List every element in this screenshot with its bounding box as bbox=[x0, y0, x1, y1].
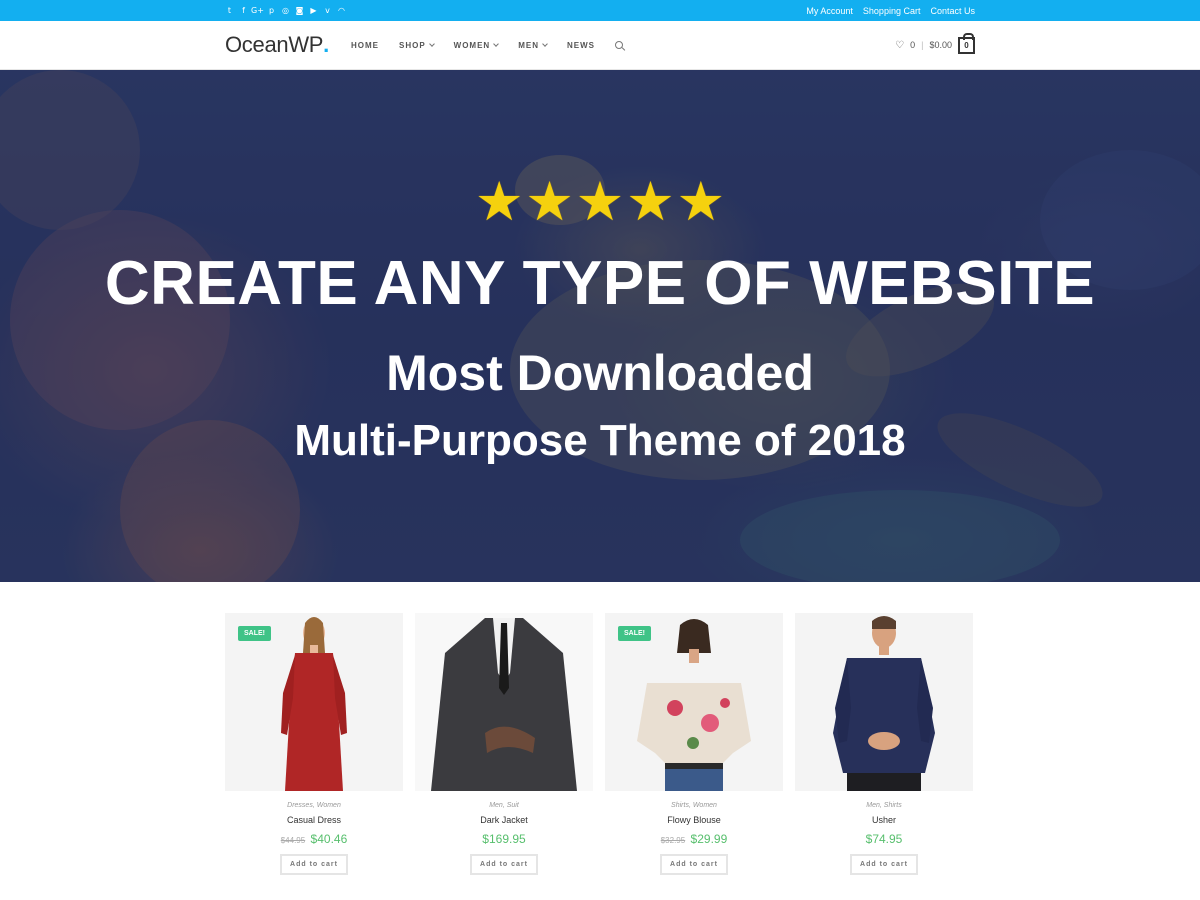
nav-item-women[interactable]: WOMEN bbox=[453, 40, 500, 50]
product-image[interactable]: SALE! bbox=[605, 613, 783, 791]
nav-item-news[interactable]: NEWS bbox=[567, 41, 595, 50]
contact-us-link[interactable]: Contact Us bbox=[930, 6, 975, 16]
add-to-cart-button[interactable]: Add to cart bbox=[850, 854, 918, 875]
vimeo-icon[interactable]: v bbox=[323, 6, 332, 15]
product-title[interactable]: Flowy Blouse bbox=[605, 815, 783, 825]
product-title[interactable]: Casual Dress bbox=[225, 815, 403, 825]
chevron-down-icon bbox=[493, 40, 500, 47]
nav-item-shop[interactable]: SHOP bbox=[398, 40, 435, 50]
star-icon: ★ bbox=[676, 170, 726, 233]
current-price: $29.99 bbox=[690, 832, 728, 846]
product-card: SALE! Dresses, Women Casual Dress $44.95… bbox=[225, 613, 403, 875]
hero-content: ★ ★ ★ ★ ★ CREATE ANY TYPE OF WEBSITE Mos… bbox=[0, 70, 1200, 582]
product-categories[interactable]: Men, Suit bbox=[415, 802, 593, 809]
nav-women-label: WOMEN bbox=[453, 40, 491, 50]
google-plus-icon[interactable]: G+ bbox=[251, 6, 264, 15]
site-logo[interactable]: OceanWP. bbox=[225, 32, 329, 58]
star-icon: ★ bbox=[575, 170, 625, 233]
nav-news-label: NEWS bbox=[567, 40, 595, 50]
product-price: $44.95 $40.46 bbox=[225, 832, 403, 846]
product-card: SALE! Shirts, Women Flowy Blouse $32.95 … bbox=[605, 613, 783, 875]
product-title[interactable]: Dark Jacket bbox=[415, 815, 593, 825]
products-section: SALE! Dresses, Women Casual Dress $44.95… bbox=[0, 582, 1200, 875]
jacket-figure-image bbox=[415, 613, 593, 791]
shirt-figure-image bbox=[833, 616, 935, 791]
hero-subtitle: Most Downloaded bbox=[386, 345, 814, 401]
product-categories[interactable]: Men, Shirts bbox=[795, 802, 973, 809]
nav-home-label: HOME bbox=[350, 40, 379, 50]
wishlist-count: 0 bbox=[910, 40, 916, 50]
logo-text: OceanWP bbox=[225, 32, 324, 57]
dribbble-icon[interactable]: ◎ bbox=[281, 6, 290, 15]
chevron-down-icon bbox=[428, 40, 435, 47]
product-card: Men, Shirts Usher $74.95 Add to cart bbox=[795, 613, 973, 875]
site-header: OceanWP. HOME SHOP WOMEN MEN NEWS ♡ 0 | … bbox=[0, 21, 1200, 70]
facebook-icon[interactable]: f bbox=[239, 6, 248, 15]
add-to-cart-button[interactable]: Add to cart bbox=[280, 854, 348, 875]
star-icon: ★ bbox=[525, 170, 574, 233]
star-icon: ★ bbox=[626, 170, 675, 233]
add-to-cart-button[interactable]: Add to cart bbox=[470, 854, 538, 875]
shopping-cart-link[interactable]: Shopping Cart bbox=[863, 6, 921, 16]
old-price: $32.95 bbox=[660, 836, 686, 845]
hero-subtitle-secondary: Multi-Purpose Theme of 2018 bbox=[294, 416, 906, 465]
my-account-link[interactable]: My Account bbox=[806, 6, 853, 16]
product-title[interactable]: Usher bbox=[795, 815, 973, 825]
top-bar: t f G+ p ◎ ◙ ▶ v ◠ My Account Shopping C… bbox=[0, 0, 1200, 21]
pinterest-icon[interactable]: p bbox=[267, 6, 276, 15]
youtube-icon[interactable]: ▶ bbox=[309, 6, 318, 15]
twitter-icon[interactable]: t bbox=[225, 6, 234, 15]
product-image[interactable] bbox=[415, 613, 593, 791]
instagram-icon[interactable]: ◙ bbox=[295, 6, 304, 15]
star-icon: ★ bbox=[474, 170, 524, 233]
current-price: $40.46 bbox=[310, 832, 348, 846]
main-nav: HOME SHOP WOMEN MEN NEWS bbox=[351, 41, 623, 50]
hero-banner: ★ ★ ★ ★ ★ CREATE ANY TYPE OF WEBSITE Mos… bbox=[0, 70, 1200, 582]
cart-total[interactable]: $0.00 bbox=[929, 40, 952, 50]
cart-bag-icon[interactable]: 0 bbox=[958, 32, 975, 54]
hero-title: CREATE ANY TYPE OF WEBSITE bbox=[104, 249, 1096, 318]
nav-item-home[interactable]: HOME bbox=[351, 41, 379, 50]
old-price: $44.95 bbox=[280, 836, 306, 845]
current-price: $169.95 bbox=[482, 832, 526, 846]
chevron-down-icon bbox=[542, 40, 548, 47]
divider: | bbox=[921, 40, 924, 50]
social-links: t f G+ p ◎ ◙ ▶ v ◠ bbox=[225, 6, 346, 15]
product-price: $74.95 bbox=[795, 832, 973, 846]
cart-count: 0 bbox=[964, 40, 969, 50]
nav-shop-label: SHOP bbox=[398, 40, 426, 50]
add-to-cart-button[interactable]: Add to cart bbox=[660, 854, 728, 875]
wishlist-heart-icon[interactable]: ♡ bbox=[895, 40, 904, 51]
product-categories[interactable]: Dresses, Women bbox=[225, 802, 403, 809]
nav-item-men[interactable]: MEN bbox=[518, 40, 548, 50]
header-right: ♡ 0 | $0.00 0 bbox=[895, 32, 975, 54]
logo-dot: . bbox=[323, 32, 329, 57]
product-grid: SALE! Dresses, Women Casual Dress $44.95… bbox=[225, 613, 975, 875]
sale-badge: SALE! bbox=[618, 626, 651, 641]
search-icon[interactable] bbox=[615, 41, 623, 49]
rss-icon[interactable]: ◠ bbox=[337, 6, 346, 15]
nav-men-label: MEN bbox=[518, 40, 539, 50]
top-links: My Account Shopping Cart Contact Us bbox=[806, 6, 975, 16]
product-image[interactable]: SALE! bbox=[225, 613, 403, 791]
product-price: $32.95 $29.99 bbox=[605, 832, 783, 846]
product-price: $169.95 bbox=[415, 832, 593, 846]
product-card: Men, Suit Dark Jacket $169.95 Add to car… bbox=[415, 613, 593, 875]
current-price: $74.95 bbox=[865, 832, 903, 846]
product-categories[interactable]: Shirts, Women bbox=[605, 802, 783, 809]
product-image[interactable] bbox=[795, 613, 973, 791]
rating-stars: ★ ★ ★ ★ ★ bbox=[0, 172, 1200, 232]
sale-badge: SALE! bbox=[238, 626, 271, 641]
